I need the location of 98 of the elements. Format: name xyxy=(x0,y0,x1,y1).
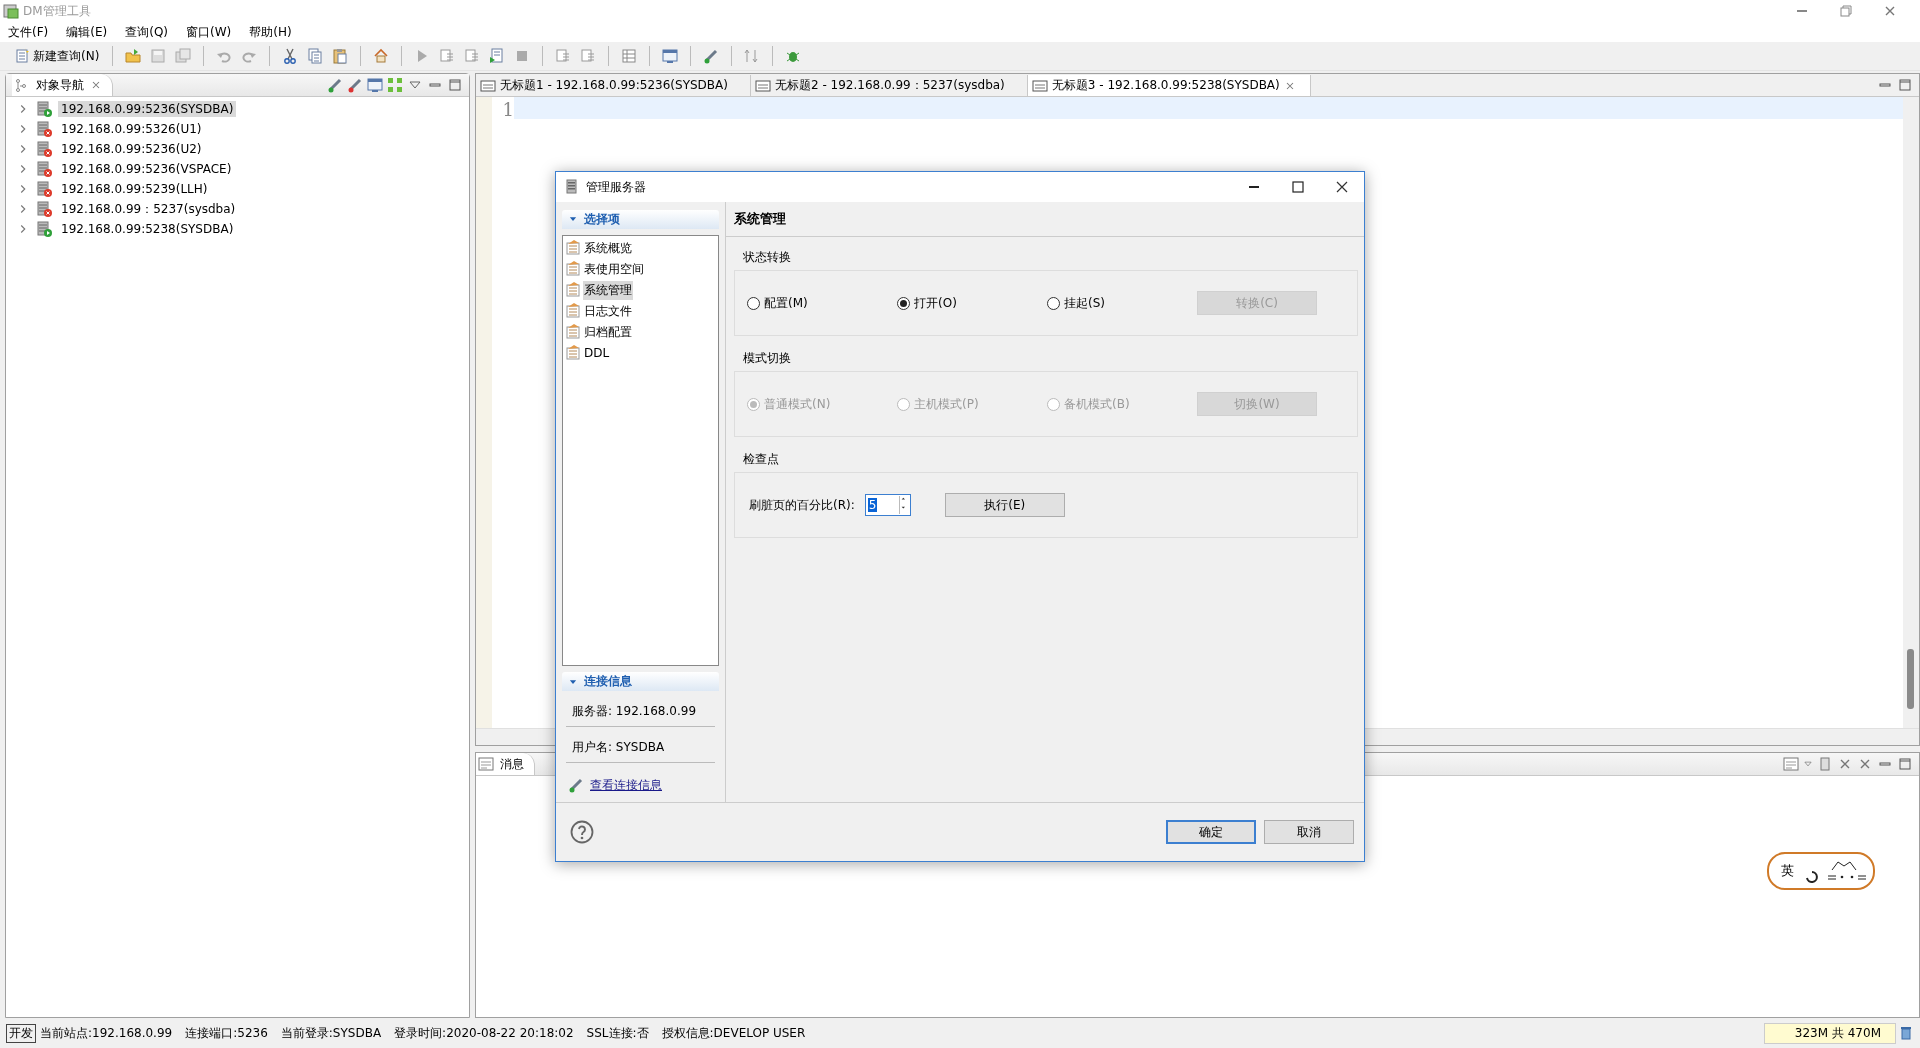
menu-item[interactable]: 窗口(W) xyxy=(185,23,233,41)
dialog-button[interactable]: 确定 xyxy=(1166,820,1256,844)
close-icon xyxy=(1334,179,1350,195)
list-item[interactable]: 系统管理 xyxy=(583,280,633,300)
tree-item[interactable]: 192.168.0.99:5236(U2) xyxy=(58,141,205,157)
dropdown-icon xyxy=(1803,759,1813,769)
tree-item[interactable]: 192.168.0.99：5237(sysdba) xyxy=(58,199,239,219)
list-icon xyxy=(580,48,597,64)
status-item: 登录时间:2020-08-22 20:18:02 xyxy=(394,1024,574,1042)
sql-file-icon xyxy=(754,77,771,94)
list-item[interactable]: 日志文件 xyxy=(583,301,633,321)
list-item[interactable]: 归档配置 xyxy=(583,322,633,342)
maximize-icon xyxy=(1897,756,1913,772)
field-label: 刷脏页的百分比(R): xyxy=(749,496,855,514)
line-number: 1 xyxy=(501,99,514,120)
pin-icon xyxy=(1817,756,1833,772)
status-item: SSL连接:否 xyxy=(586,1024,649,1042)
minimize-icon xyxy=(1797,10,1807,12)
page-icon xyxy=(565,345,581,362)
disconnect-icon xyxy=(347,77,363,93)
group-title: 检查点 xyxy=(742,451,780,468)
open-folder-icon xyxy=(125,48,142,64)
list-icon xyxy=(555,48,572,64)
page-icon xyxy=(565,303,581,320)
radio-option[interactable]: 打开(O) xyxy=(897,294,1047,312)
window-icon xyxy=(662,48,679,64)
tree-item[interactable]: 192.168.0.99:5236(VSPACE) xyxy=(58,161,235,177)
memory-indicator: 323M 共 470M xyxy=(1763,1022,1896,1044)
dialog-title: 管理服务器 xyxy=(586,178,646,196)
connection-info-link[interactable]: 查看连接信息 xyxy=(590,777,662,794)
status-item: 连接端口:5236 xyxy=(185,1024,268,1042)
list-icon xyxy=(464,48,481,64)
copy-icon xyxy=(307,48,324,64)
mode-label: 开发 xyxy=(6,1023,36,1043)
tree-item[interactable]: 192.168.0.99:5238(SYSDBA) xyxy=(58,221,237,237)
list-item[interactable]: 系统概览 xyxy=(583,238,633,258)
scrollbar-track[interactable] xyxy=(1903,97,1919,728)
menu-item[interactable]: 帮助(H) xyxy=(248,23,293,41)
spinner-field[interactable]: 5 xyxy=(864,494,911,516)
radio-option[interactable]: 配置(M) xyxy=(747,294,897,312)
page-icon xyxy=(565,261,581,278)
maximize-icon xyxy=(1897,77,1913,93)
save-icon xyxy=(150,48,167,64)
home-icon xyxy=(373,48,390,64)
radio-option[interactable]: 挂起(S) xyxy=(1047,294,1197,312)
connect-icon xyxy=(703,48,720,64)
editor-tab[interactable]: 无标题3 - 192.168.0.99:5238(SYSDBA) xyxy=(1027,75,1311,96)
ime-label[interactable]: 英 xyxy=(1781,862,1794,880)
document-icon xyxy=(14,48,30,64)
menu-item[interactable]: 文件(F) xyxy=(7,23,50,41)
tree-item[interactable]: 192.168.0.99:5236(SYSDBA) xyxy=(58,101,237,117)
maximize-icon xyxy=(1290,179,1306,195)
close-icon xyxy=(90,79,102,91)
save-all-icon xyxy=(175,48,192,64)
minimize-icon xyxy=(1249,186,1259,188)
radio-button[interactable] xyxy=(1047,296,1060,310)
app-icon xyxy=(3,3,19,19)
view-icon xyxy=(1783,756,1799,772)
list-item[interactable]: 表使用空间 xyxy=(583,259,645,279)
menu-item[interactable]: 编辑(E) xyxy=(65,23,109,41)
info-text: 服务器: 192.168.0.99 xyxy=(572,704,696,718)
restore-icon xyxy=(1838,3,1854,19)
status-item: 当前站点:192.168.0.99 xyxy=(40,1024,173,1042)
expand-icon xyxy=(387,77,403,93)
group-title: 状态转换 xyxy=(742,249,792,266)
trash-icon xyxy=(1898,1025,1914,1041)
page-icon xyxy=(565,324,581,341)
menu-item[interactable]: 查询(Q) xyxy=(124,23,170,41)
connect-icon xyxy=(568,777,584,794)
document-run-icon xyxy=(489,48,506,64)
paste-icon xyxy=(332,48,349,64)
dialog-button[interactable]: 取消 xyxy=(1264,820,1354,844)
maximize-icon xyxy=(447,77,463,93)
window-icon xyxy=(367,77,383,93)
scrollbar-thumb[interactable] xyxy=(1907,649,1914,709)
sql-file-icon xyxy=(1031,77,1048,94)
section-title: 系统管理 xyxy=(734,210,786,228)
status-item: 授权信息:DEVELOP USER xyxy=(661,1024,806,1042)
list-icon xyxy=(439,48,456,64)
new-query-button[interactable]: 新建查询(N) xyxy=(10,45,104,67)
radio-button[interactable] xyxy=(897,296,910,310)
sql-file-icon xyxy=(480,77,496,94)
grid-icon xyxy=(621,48,638,64)
page-icon xyxy=(565,240,581,257)
group-title: 模式切换 xyxy=(742,350,792,367)
window-title: DM管理工具 xyxy=(23,2,91,20)
connect-icon xyxy=(327,77,343,93)
page-icon xyxy=(565,282,581,299)
scissors-icon xyxy=(282,48,299,64)
tree-item[interactable]: 192.168.0.99:5239(LLH) xyxy=(58,181,211,197)
radio-button[interactable] xyxy=(747,296,760,310)
tree-item[interactable]: 192.168.0.99:5326(U1) xyxy=(58,121,205,137)
list-item[interactable]: DDL xyxy=(583,345,611,362)
server-icon xyxy=(564,179,580,195)
status-item: 当前登录:SYSDBA xyxy=(280,1024,382,1042)
execute-button[interactable]: 执行(E) xyxy=(944,493,1065,517)
help-icon xyxy=(570,820,594,844)
info-text: 用户名: SYSDBA xyxy=(572,740,665,754)
